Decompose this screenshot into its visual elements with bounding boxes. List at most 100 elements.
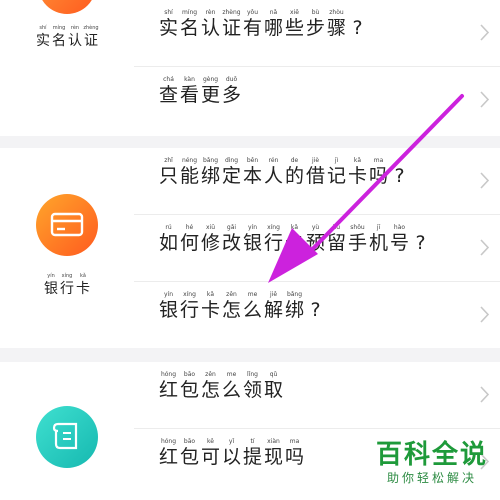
pinyin: hào (393, 224, 406, 231)
hanzi: 步 (305, 17, 325, 39)
pinyin: bǎng (286, 291, 303, 298)
hanzi-with-pinyin: xiū 修 (200, 223, 221, 255)
hanzi-with-pinyin: me 么 (242, 290, 263, 322)
hanzi: 实 (36, 33, 50, 49)
section-bank-card: yín 银 xíng 行 kǎ 卡 zhǐ 只 néng 能 bǎng 绑 dìng 定 běn 本 rén 人… (0, 148, 500, 348)
list-item[interactable]: chá 查 kàn 看 gèng 更 duō 多 (134, 67, 500, 133)
hanzi-with-pinyin: yín 银 (242, 223, 263, 255)
hanzi-with-pinyin: zhèng 证 (221, 8, 242, 40)
question-text: shí 实 míng 名 rèn 认 zhèng 证 yǒu 有 nǎ 哪 xiē 些 bù 步 zhòu 骤? (158, 8, 368, 40)
hanzi-with-pinyin: zhǐ 只 (158, 156, 179, 188)
pinyin: hé (185, 224, 194, 231)
hanzi: 骤 (326, 17, 346, 39)
pinyin: xiàn (267, 438, 280, 445)
pinyin: zěn (226, 291, 237, 298)
question-text: rú 如 hé 何 xiū 修 gǎi 改 yín 银 xíng 行 kǎ 卡 yù 预 liú 留 shǒu 手 jī… (158, 223, 431, 255)
hanzi: 认 (200, 17, 220, 39)
hanzi: 机 (368, 232, 388, 254)
hanzi: 提 (242, 446, 262, 468)
hanzi-with-pinyin: kǎ 卡 (284, 223, 305, 255)
hanzi: 看 (179, 84, 199, 106)
hanzi: 银 (44, 281, 58, 297)
scroll-icon-circle (36, 406, 98, 468)
hanzi-with-pinyin: xiē 些 (284, 8, 305, 40)
hanzi-with-pinyin: zěn 怎 (221, 290, 242, 322)
hanzi-with-pinyin: míng 名 (51, 24, 67, 50)
hanzi-with-pinyin: kě 可 (200, 437, 221, 469)
pinyin: xiē (290, 9, 299, 16)
pinyin: de (290, 157, 299, 164)
hanzi-with-pinyin: xíng 行 (263, 223, 284, 255)
hanzi: 银 (158, 299, 178, 321)
section-sidebar: yín 银 xíng 行 kǎ 卡 (0, 148, 134, 348)
chevron-right-icon (480, 306, 490, 323)
hanzi-with-pinyin: bāo 包 (179, 370, 200, 402)
hanzi: 取 (263, 379, 283, 401)
pinyin: yín (247, 224, 258, 231)
pinyin: shǒu (350, 224, 365, 231)
pinyin: kǎ (206, 291, 215, 298)
list-item[interactable]: rú 如 hé 何 xiū 修 gǎi 改 yín 银 xíng 行 kǎ 卡 yù 预 liú 留 shǒu 手 jī… (134, 215, 500, 282)
pinyin: jì (334, 157, 339, 164)
hanzi-with-pinyin: zhòu 骤 (326, 8, 347, 40)
section-label: yín 银 xíng 行 kǎ 卡 (0, 272, 134, 298)
hanzi-with-pinyin: xíng 行 (179, 290, 200, 322)
pinyin: ma (373, 157, 384, 164)
hanzi-with-pinyin: shí 实 (158, 8, 179, 40)
hanzi: 么 (221, 379, 241, 401)
pinyin: xíng (183, 291, 196, 298)
hanzi: 改 (221, 232, 241, 254)
list-item[interactable]: zhǐ 只 néng 能 bǎng 绑 dìng 定 běn 本 rén 人 de 的 jiè 借 jì 记 kǎ 卡… (134, 148, 500, 215)
hanzi: 红 (158, 446, 178, 468)
watermark-subtitle: 助你轻松解决 (386, 471, 477, 485)
hanzi: 本 (242, 165, 262, 187)
hanzi: 名 (179, 17, 199, 39)
hanzi: 更 (200, 84, 220, 106)
hanzi: 预 (305, 232, 325, 254)
list-item[interactable]: shí 实 míng 名 rèn 认 zhèng 证 yǒu 有 nǎ 哪 xiē 些 bù 步 zhòu 骤? (134, 0, 500, 67)
hanzi-with-pinyin: jī 机 (368, 223, 389, 255)
hanzi: 绑 (200, 165, 220, 187)
hanzi-with-pinyin: kǎ 卡 (75, 272, 91, 298)
pinyin: kǎ (290, 224, 299, 231)
pinyin: zhèng (222, 9, 241, 16)
pinyin: zhèng (83, 25, 99, 31)
hanzi-with-pinyin: yín 银 (158, 290, 179, 322)
pinyin: me (226, 371, 237, 378)
question-text: zhǐ 只 néng 能 bǎng 绑 dìng 定 běn 本 rén 人 de 的 jiè 借 jì 记 kǎ 卡… (158, 156, 410, 188)
pinyin: yín (163, 291, 174, 298)
chevron-right-icon (480, 386, 490, 403)
watermark-title: 百科全说 (375, 440, 488, 470)
scroll-icon (52, 422, 78, 450)
hanzi-with-pinyin: ? (347, 8, 368, 40)
section-real-name: shí 实 míng 名 rèn 认 zhèng 证 shí 实 míng 名 rèn 认 zhèng 证 y… (0, 0, 500, 136)
hanzi-with-pinyin: tí 提 (242, 437, 263, 469)
hanzi-with-pinyin: bǎng 绑 (284, 290, 305, 322)
hanzi: 行 (179, 299, 199, 321)
hanzi-with-pinyin: rén 人 (263, 156, 284, 188)
hanzi-with-pinyin: ma 吗 (368, 156, 389, 188)
hanzi-with-pinyin: liú 留 (326, 223, 347, 255)
hanzi-with-pinyin: bāo 包 (179, 437, 200, 469)
hanzi: 解 (263, 299, 283, 321)
pinyin: xíng (61, 273, 73, 279)
pinyin: shí (164, 9, 173, 16)
hanzi-with-pinyin: nǎ 哪 (263, 8, 284, 40)
pinyin: duō (225, 76, 238, 83)
list-item[interactable]: hóng 红 bāo 包 zěn 怎 me 么 lǐng 领 qǔ 取 (134, 362, 500, 429)
hanzi: 行 (263, 232, 283, 254)
pinyin: yǒu (246, 9, 259, 16)
section-sidebar: shí 实 míng 名 rèn 认 zhèng 证 (0, 0, 134, 136)
pinyin: kàn (184, 76, 195, 83)
pinyin: zhòu (329, 9, 344, 16)
hanzi-with-pinyin: yǐ 以 (221, 437, 242, 469)
pinyin: rén (268, 157, 279, 164)
pinyin: shí (39, 25, 47, 31)
hanzi-with-pinyin: kǎ 卡 (200, 290, 221, 322)
hanzi: 些 (284, 17, 304, 39)
pinyin: kǎ (353, 157, 362, 164)
list-item[interactable]: yín 银 xíng 行 kǎ 卡 zěn 怎 me 么 jiě 解 bǎng 绑? (134, 282, 500, 348)
hanzi: 借 (305, 165, 325, 187)
hanzi-with-pinyin: kǎ 卡 (347, 156, 368, 188)
hanzi-with-pinyin: jiè 借 (305, 156, 326, 188)
